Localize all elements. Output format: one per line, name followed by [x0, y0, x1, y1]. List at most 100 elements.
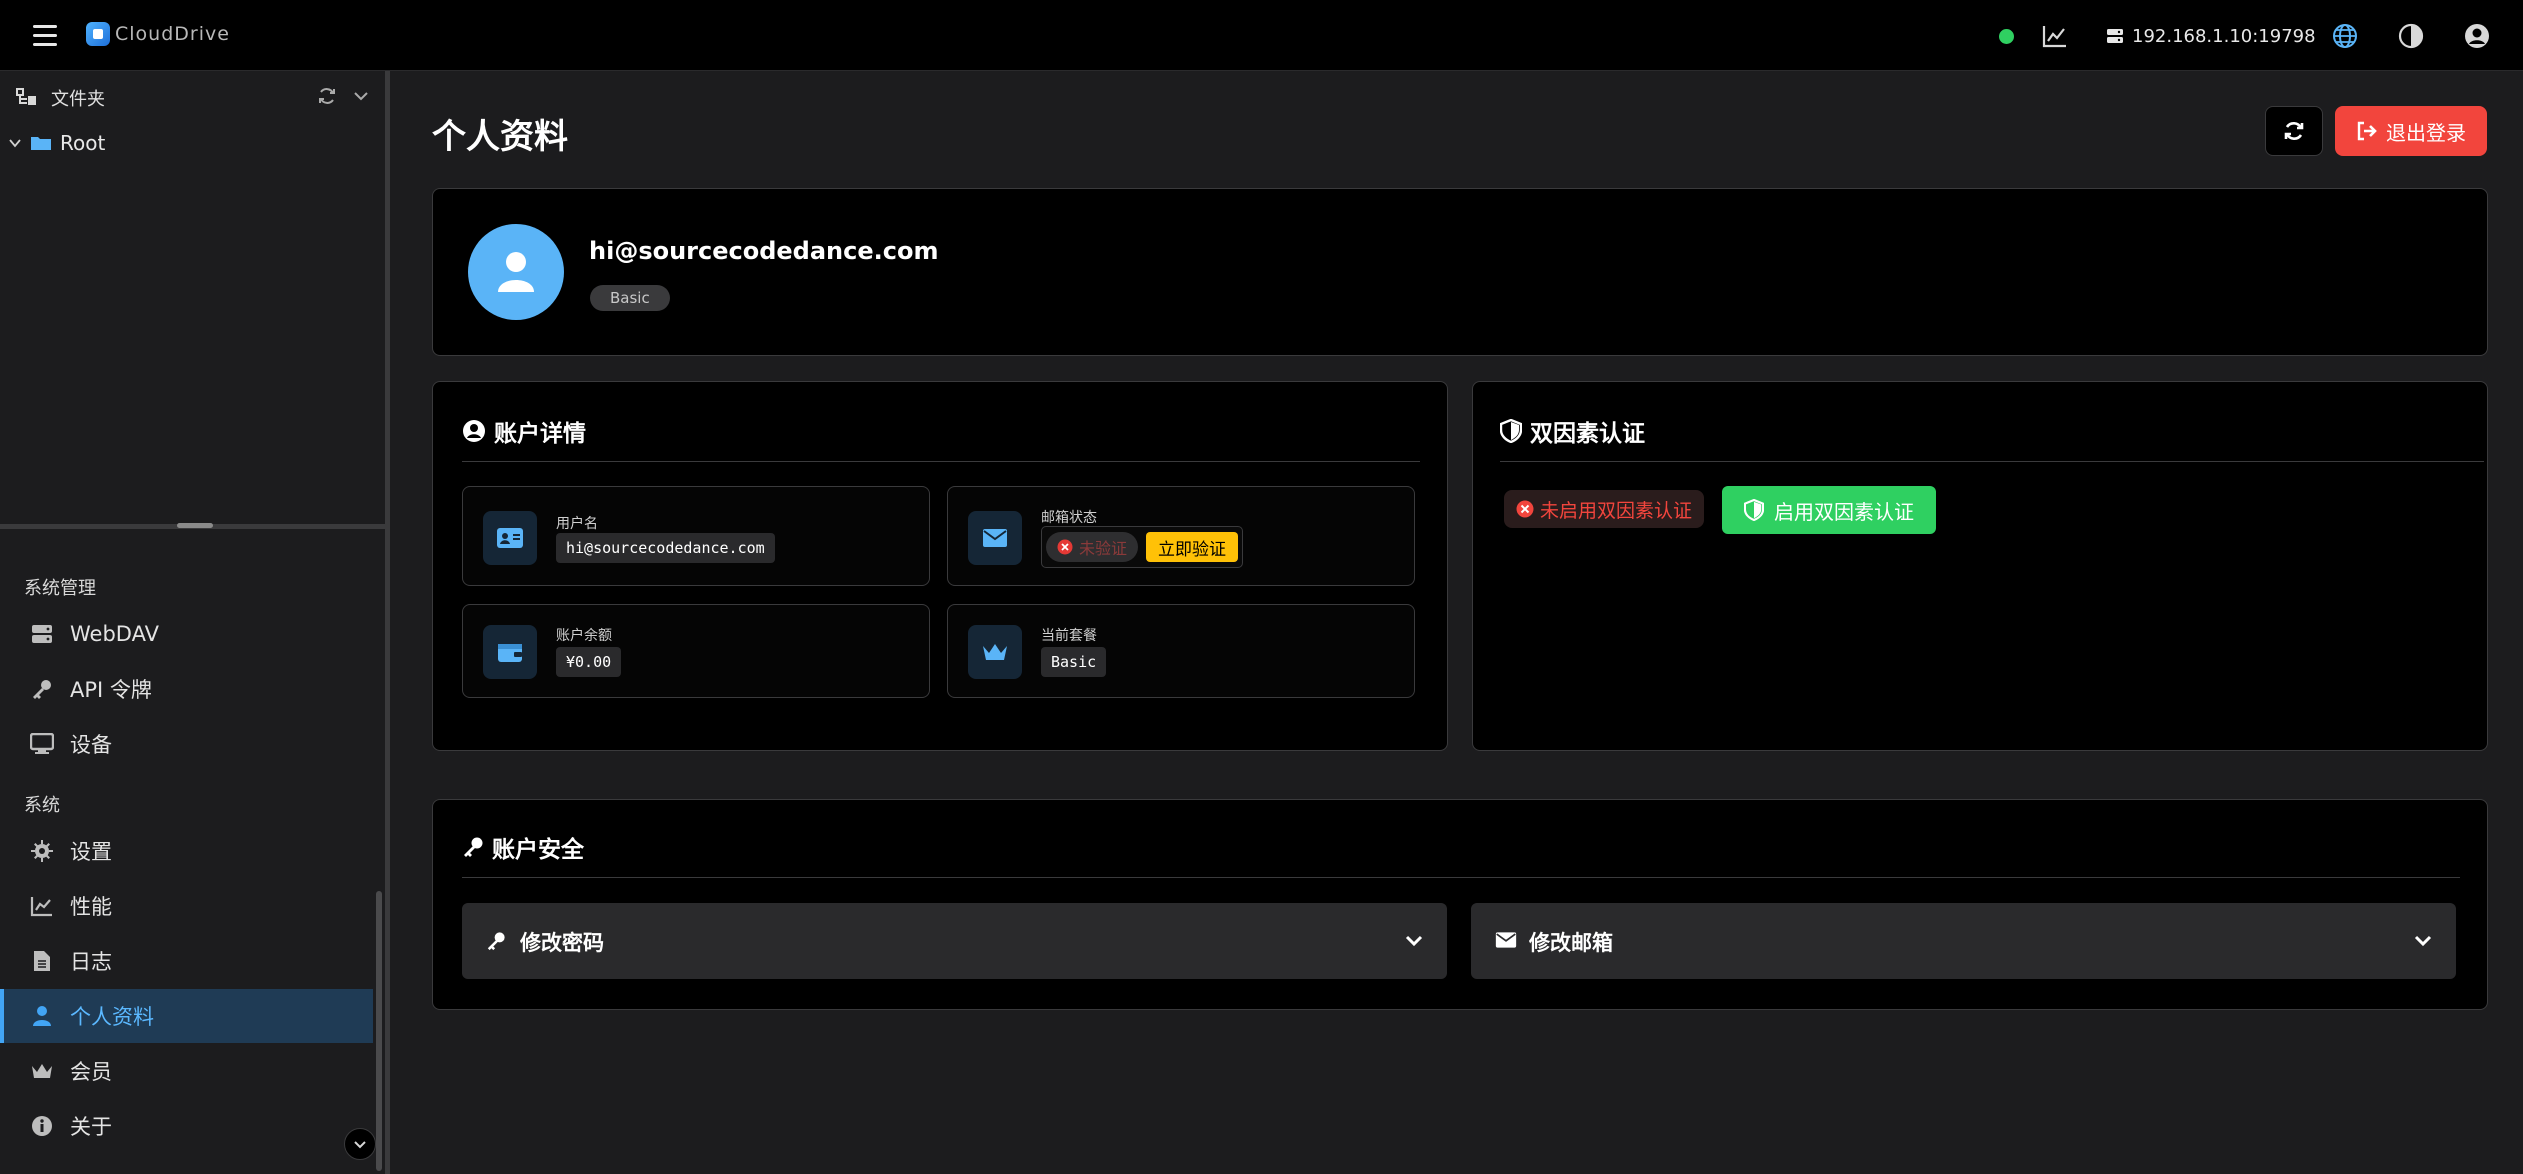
plan-badge: Basic [590, 285, 670, 311]
sidebar-item-label: 设置 [70, 840, 112, 864]
sidebar-item-membership[interactable]: 会员 [0, 1044, 373, 1098]
menu-icon[interactable] [33, 25, 57, 47]
divider [462, 461, 1420, 462]
username-value: hi@sourcecodedance.com [556, 533, 775, 563]
chart-line-icon [29, 893, 55, 919]
logo-icon [86, 22, 110, 46]
chart-line-icon[interactable] [2040, 21, 2070, 51]
app-name: CloudDrive [115, 23, 230, 45]
server-icon [29, 621, 55, 647]
key-icon [29, 676, 55, 702]
shield-icon [1744, 499, 1764, 521]
sidebar-item-devices[interactable]: 设备 [0, 717, 373, 771]
change-email-label: 修改邮箱 [1529, 931, 1613, 955]
balance-box: 账户余额 ¥0.00 [462, 604, 930, 698]
balance-label: 账户余额 [556, 628, 612, 644]
x-circle-icon [1057, 539, 1073, 555]
sidebar-item-about[interactable]: 关于 [0, 1099, 373, 1153]
email-status-group: 未验证 立即验证 [1041, 526, 1244, 568]
account-security-title: 账户安全 [462, 830, 584, 864]
refresh-button[interactable] [2265, 106, 2323, 156]
change-password-accordion[interactable]: 修改密码 [462, 903, 1447, 979]
sidebar-item-label: 日志 [70, 950, 112, 974]
folder-panel-header: 文件夹 [0, 71, 385, 123]
file-icon [29, 948, 55, 974]
enable-two-factor-button[interactable]: 启用双因素认证 [1722, 486, 1936, 534]
user-circle-icon [463, 420, 485, 442]
top-bar: CloudDrive 192.168.1.10:19798 [0, 0, 2523, 71]
avatar [468, 224, 564, 320]
sidebar-item-label: 关于 [70, 1115, 112, 1139]
scrollbar-thumb[interactable] [376, 891, 382, 1171]
shield-icon [1500, 419, 1522, 443]
account-icon[interactable] [2462, 21, 2492, 51]
balance-value: ¥0.00 [556, 647, 622, 677]
key-icon [487, 932, 505, 951]
refresh-icon[interactable] [317, 86, 337, 106]
scroll-down-button[interactable] [344, 1128, 376, 1160]
sidebar-item-label: 会员 [70, 1060, 112, 1084]
sidebar-item-api-token[interactable]: API 令牌 [0, 662, 373, 716]
connection-status-icon [1999, 29, 2014, 44]
sidebar-item-label: 性能 [70, 895, 112, 919]
x-circle-icon [1516, 500, 1534, 518]
profile-email: hi@sourcecodedance.com [589, 237, 939, 265]
profile-card: hi@sourcecodedance.com Basic [432, 188, 2488, 356]
current-plan-label: 当前套餐 [1041, 628, 1097, 644]
folder-panel-title: 文件夹 [51, 89, 105, 110]
sidebar: 文件夹 Root 系统管理 WebDAV API 令牌 设备 系统 设置 性能 … [0, 71, 390, 1174]
sidebar-item-logs[interactable]: 日志 [0, 934, 373, 988]
sidebar-item-settings[interactable]: 设置 [0, 824, 373, 878]
sidebar-scrollbar[interactable] [373, 601, 385, 1174]
envelope-icon [1495, 932, 1517, 948]
chevron-down-icon [354, 1141, 366, 1149]
wallet-icon [483, 625, 537, 679]
chevron-down-icon[interactable] [1403, 929, 1425, 951]
globe-icon[interactable] [2330, 21, 2360, 51]
sign-out-icon [2357, 121, 2377, 141]
sidebar-item-label: 个人资料 [70, 1005, 154, 1029]
sidebar-item-profile[interactable]: 个人资料 [0, 989, 373, 1043]
user-icon [29, 1003, 55, 1029]
sidebar-item-webdav[interactable]: WebDAV [0, 607, 373, 661]
folder-icon [31, 137, 51, 150]
gear-icon [29, 838, 55, 864]
crown-icon [968, 625, 1022, 679]
tree-root-label: Root [60, 131, 106, 155]
refresh-icon [2284, 122, 2304, 140]
chevron-down-icon[interactable] [352, 87, 370, 105]
two-factor-status-text: 未启用双因素认证 [1540, 499, 1693, 522]
account-details-card: 账户详情 用户名 hi@sourcecodedance.com 邮箱状态 未验证… [432, 381, 1448, 751]
chevron-down-icon[interactable] [8, 136, 22, 150]
monitor-icon [29, 731, 55, 757]
server-address[interactable]: 192.168.1.10:19798 [2106, 22, 2316, 50]
user-icon [498, 252, 534, 292]
change-password-label: 修改密码 [520, 931, 604, 955]
tree-root-item[interactable]: Root [8, 128, 105, 158]
account-security-title-text: 账户安全 [492, 837, 584, 863]
email-status-box: 邮箱状态 未验证 立即验证 [947, 486, 1415, 586]
server-icon [2107, 29, 2123, 43]
chevron-down-icon[interactable] [2412, 929, 2434, 951]
username-label: 用户名 [556, 516, 598, 532]
id-card-icon [483, 511, 537, 565]
two-factor-title-text: 双因素认证 [1530, 421, 1645, 447]
app-logo[interactable]: CloudDrive [86, 22, 230, 46]
sidebar-item-label: 设备 [70, 733, 112, 757]
theme-toggle-icon[interactable] [2396, 21, 2426, 51]
account-security-card: 账户安全 修改密码 修改邮箱 [432, 799, 2488, 1010]
sidebar-item-performance[interactable]: 性能 [0, 879, 373, 933]
sidebar-item-label: API 令牌 [70, 678, 152, 702]
splitter-handle[interactable] [177, 523, 213, 528]
logout-button[interactable]: 退出登录 [2335, 106, 2487, 156]
sidebar-item-label: WebDAV [70, 622, 159, 646]
account-details-title-text: 账户详情 [494, 421, 586, 447]
change-email-accordion[interactable]: 修改邮箱 [1471, 903, 2456, 979]
username-box: 用户名 hi@sourcecodedance.com [462, 486, 930, 586]
divider [462, 877, 2460, 878]
page-title: 个人资料 [432, 117, 568, 157]
folder-tree-icon [16, 88, 36, 105]
info-icon [29, 1113, 55, 1139]
nav-group-title: 系统管理 [24, 578, 96, 599]
verify-now-button[interactable]: 立即验证 [1146, 532, 1239, 562]
